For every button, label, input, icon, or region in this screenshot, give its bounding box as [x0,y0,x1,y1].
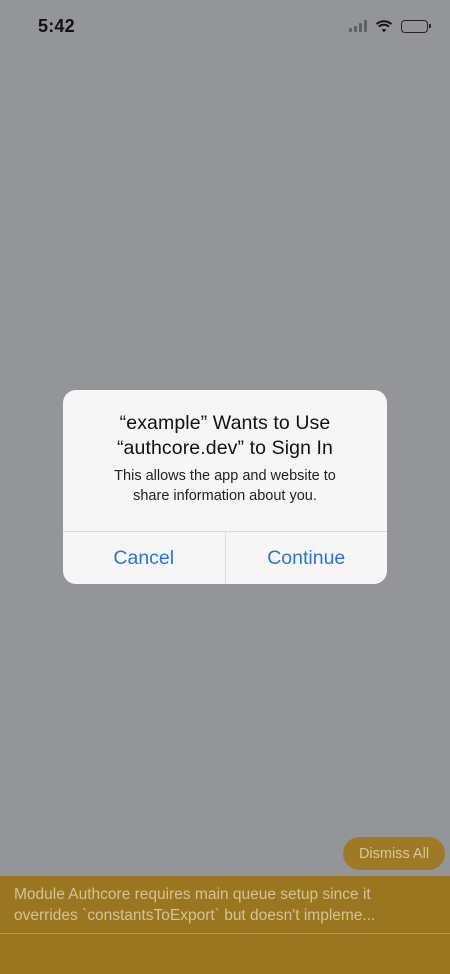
alert-message-line: share information about you. [133,488,317,504]
battery-icon [401,19,431,33]
yellow-box-warning-banner: Module Authcore requires main queue setu… [0,876,450,974]
cellular-signal-icon [349,20,367,32]
sign-in-permission-alert: “example” Wants to Use “authcore.dev” to… [63,390,387,584]
dismiss-all-button[interactable]: Dismiss All [343,837,445,870]
status-bar: 5:42 [0,0,450,54]
status-time: 5:42 [38,15,75,36]
warning-item[interactable]: Module Authcore requires main queue setu… [0,876,450,934]
alert-message: This allows the app and website to share… [79,466,371,506]
wifi-icon [375,19,393,32]
alert-message-line: This allows the app and website to [114,468,336,484]
continue-button[interactable]: Continue [224,532,388,584]
alert-body: “example” Wants to Use “authcore.dev” to… [63,390,387,531]
cancel-button[interactable]: Cancel [63,532,225,584]
warning-text-line: Module Authcore requires main queue setu… [14,886,371,903]
status-icons [349,19,431,33]
alert-title-line: “authcore.dev” to Sign In [116,437,334,459]
alert-actions: Cancel Continue [63,531,387,584]
alert-title-line: “example” Wants to Use [119,412,331,434]
alert-title: “example” Wants to Use “authcore.dev” to… [79,411,371,461]
warning-text-line: overrides `constantsToExport` but doesn'… [14,907,376,924]
